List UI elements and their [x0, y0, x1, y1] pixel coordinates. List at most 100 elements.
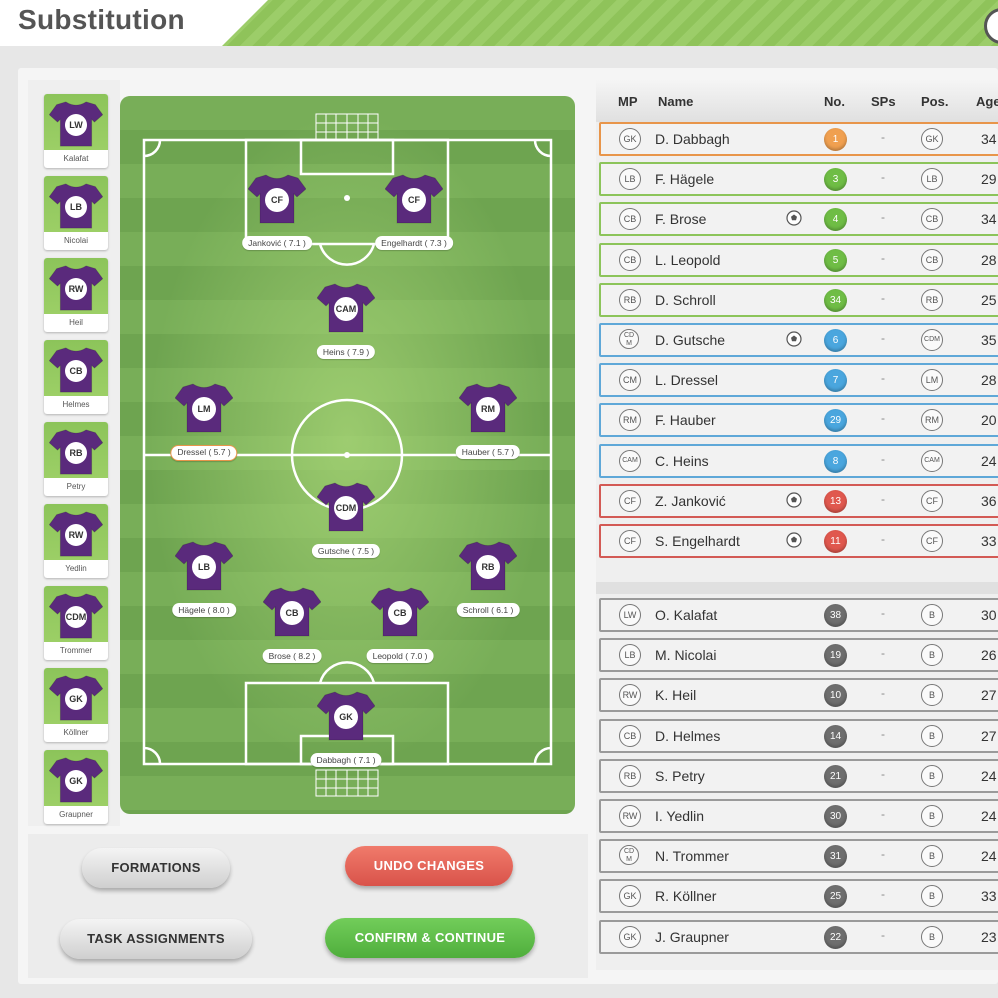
- mp-position-icon: CF: [619, 489, 641, 512]
- player-rating-label[interactable]: Janković ( 7.1 ): [242, 236, 312, 250]
- mp-line-2: M: [626, 340, 632, 347]
- player-name: I. Yedlin: [655, 808, 705, 824]
- table-row[interactable]: RB S. Petry 21 - B 24: [599, 758, 998, 793]
- player-name: S. Petry: [655, 767, 705, 784]
- position-badge: RB: [476, 555, 500, 580]
- table-row[interactable]: RW K. Heil 10 - B 27: [599, 678, 998, 713]
- formations-button[interactable]: FORMATIONS: [82, 848, 230, 888]
- table-row[interactable]: GK J. Graupner 22 - B 23: [599, 919, 998, 954]
- table-row[interactable]: LB F. Hägele 3 - LB 29: [599, 162, 998, 197]
- sps-value: -: [881, 847, 885, 862]
- mp-position-icon: CAM: [619, 449, 641, 472]
- sps-value: -: [881, 491, 885, 506]
- table-row[interactable]: LW O. Kalafat 38 - B 30: [599, 598, 998, 632]
- table-row[interactable]: CB D. Helmes 14 - B 27: [599, 718, 998, 753]
- column-header-pos[interactable]: Pos.: [921, 94, 948, 109]
- pitch-player-jersey[interactable]: CF: [385, 173, 443, 225]
- pitch-player-jersey[interactable]: CB: [263, 586, 321, 638]
- bench-player-card[interactable]: CDM Trommer: [44, 586, 108, 660]
- table-row[interactable]: CAM C. Heins 8 - CAM 24: [599, 443, 998, 478]
- table-row[interactable]: LB M. Nicolai 19 - B 26: [599, 638, 998, 673]
- bench-player-card[interactable]: LW Kalafat: [44, 94, 108, 168]
- column-header-sps[interactable]: SPs: [871, 94, 896, 109]
- player-age: 27: [981, 727, 997, 744]
- shirt-number-badge: 22: [824, 925, 847, 949]
- assigned-position-icon: RB: [921, 288, 943, 311]
- player-rating-label[interactable]: Brose ( 8.2 ): [262, 649, 322, 663]
- table-row[interactable]: CF S. Engelhardt 11 - CF 33: [599, 524, 998, 558]
- bench-player-name: Helmes: [62, 400, 90, 409]
- position-badge: CAM: [334, 297, 358, 322]
- bench-player-name: Köllner: [63, 728, 89, 737]
- sps-value: -: [881, 371, 885, 386]
- pitch-player-jersey[interactable]: RB: [459, 540, 517, 592]
- position-badge: CB: [65, 359, 87, 382]
- task-assignments-button[interactable]: TASK ASSIGNMENTS: [60, 919, 252, 959]
- football-icon: [786, 331, 802, 347]
- sps-value: -: [881, 887, 885, 902]
- bench-player-card[interactable]: RW Heil: [44, 258, 108, 332]
- assigned-position-icon: B: [921, 805, 943, 827]
- pitch-player-jersey[interactable]: CDM: [317, 481, 375, 533]
- pitch-player-jersey[interactable]: CB: [371, 586, 429, 638]
- column-header-mp[interactable]: MP: [618, 94, 638, 109]
- mp-position-icon: CF: [619, 530, 641, 552]
- table-row[interactable]: CB L. Leopold 5 - CB 28: [599, 242, 998, 277]
- position-badge: RB: [65, 441, 87, 464]
- table-row[interactable]: CF Z. Janković 13 - CF 36: [599, 483, 998, 518]
- jersey-icon: CDM: [49, 592, 103, 640]
- undo-changes-button[interactable]: UNDO CHANGES: [345, 846, 513, 886]
- mp-position-icon: CB: [619, 208, 641, 231]
- mp-position-icon: LB: [619, 644, 641, 667]
- column-header-age[interactable]: Age: [976, 94, 998, 109]
- pitch-player-jersey[interactable]: LM: [175, 382, 233, 434]
- bench-player-card[interactable]: RB Petry: [44, 422, 108, 496]
- assigned-position-icon: B: [921, 885, 943, 908]
- player-rating-label[interactable]: Gutsche ( 7.5 ): [311, 544, 381, 558]
- pitch-player-jersey[interactable]: CF: [248, 173, 306, 225]
- column-header-name[interactable]: Name: [658, 94, 693, 109]
- shirt-number-badge: 8: [824, 449, 847, 473]
- player-rating-label[interactable]: Heins ( 7.9 ): [316, 345, 376, 359]
- player-name: K. Heil: [655, 687, 697, 704]
- bench-player-card[interactable]: GK Graupner: [44, 750, 108, 824]
- column-header-no[interactable]: No.: [824, 94, 845, 109]
- player-age: 24: [981, 452, 997, 469]
- table-row[interactable]: GK D. Dabbagh 1 - GK 34: [599, 122, 998, 156]
- bench-player-card[interactable]: CB Helmes: [44, 340, 108, 414]
- position-badge: RW: [65, 523, 87, 546]
- player-rating-label[interactable]: Leopold ( 7.0 ): [366, 649, 434, 663]
- table-row[interactable]: CB F. Brose 4 - CB 34: [599, 202, 998, 237]
- pitch-player-jersey[interactable]: CAM: [317, 282, 375, 334]
- bench-card-background: LW: [44, 94, 108, 150]
- mp-position-icon: RB: [619, 288, 641, 311]
- table-row[interactable]: CM L. Dressel 7 - LM 28: [599, 363, 998, 398]
- player-rating-label[interactable]: Hauber ( 5.7 ): [455, 445, 521, 459]
- player-rating-label[interactable]: Hägele ( 8.0 ): [172, 603, 236, 617]
- page-title: Substitution: [18, 4, 185, 35]
- player-rating-label[interactable]: Engelhardt ( 7.3 ): [375, 236, 453, 250]
- pitch-player-jersey[interactable]: LB: [175, 540, 233, 592]
- table-row[interactable]: RB D. Schroll 34 - RB 25: [599, 282, 998, 317]
- bench-player-card[interactable]: RW Yedlin: [44, 504, 108, 578]
- player-name: D. Helmes: [655, 727, 721, 744]
- table-row[interactable]: CD M D. Gutsche 6 - CDM 35: [599, 323, 998, 357]
- bench-player-card[interactable]: GK Köllner: [44, 668, 108, 742]
- table-row[interactable]: RM F. Hauber 29 - RM 20: [599, 403, 998, 438]
- player-rating-label[interactable]: Schroll ( 6.1 ): [456, 603, 520, 617]
- assigned-position-icon: CF: [921, 489, 943, 512]
- table-row[interactable]: GK R. Köllner 25 - B 33: [599, 879, 998, 914]
- bench-player-card[interactable]: LB Nicolai: [44, 176, 108, 250]
- table-row[interactable]: RW I. Yedlin 30 - B 24: [599, 799, 998, 833]
- sps-value: -: [881, 250, 885, 265]
- shirt-number-badge: 31: [824, 845, 847, 869]
- mp-position-icon: LB: [619, 168, 641, 191]
- player-rating-label[interactable]: Dressel ( 5.7 ): [170, 445, 238, 461]
- shirt-number-badge: 14: [824, 724, 847, 748]
- table-row[interactable]: CD M N. Trommer 31 - B 24: [599, 839, 998, 874]
- shirt-number-badge: 1: [824, 128, 847, 151]
- player-rating-label[interactable]: Dabbagh ( 7.1 ): [310, 753, 382, 767]
- pitch-player-jersey[interactable]: RM: [459, 382, 517, 434]
- pitch-player-jersey[interactable]: GK: [317, 690, 375, 742]
- confirm-continue-button[interactable]: CONFIRM & CONTINUE: [325, 918, 535, 958]
